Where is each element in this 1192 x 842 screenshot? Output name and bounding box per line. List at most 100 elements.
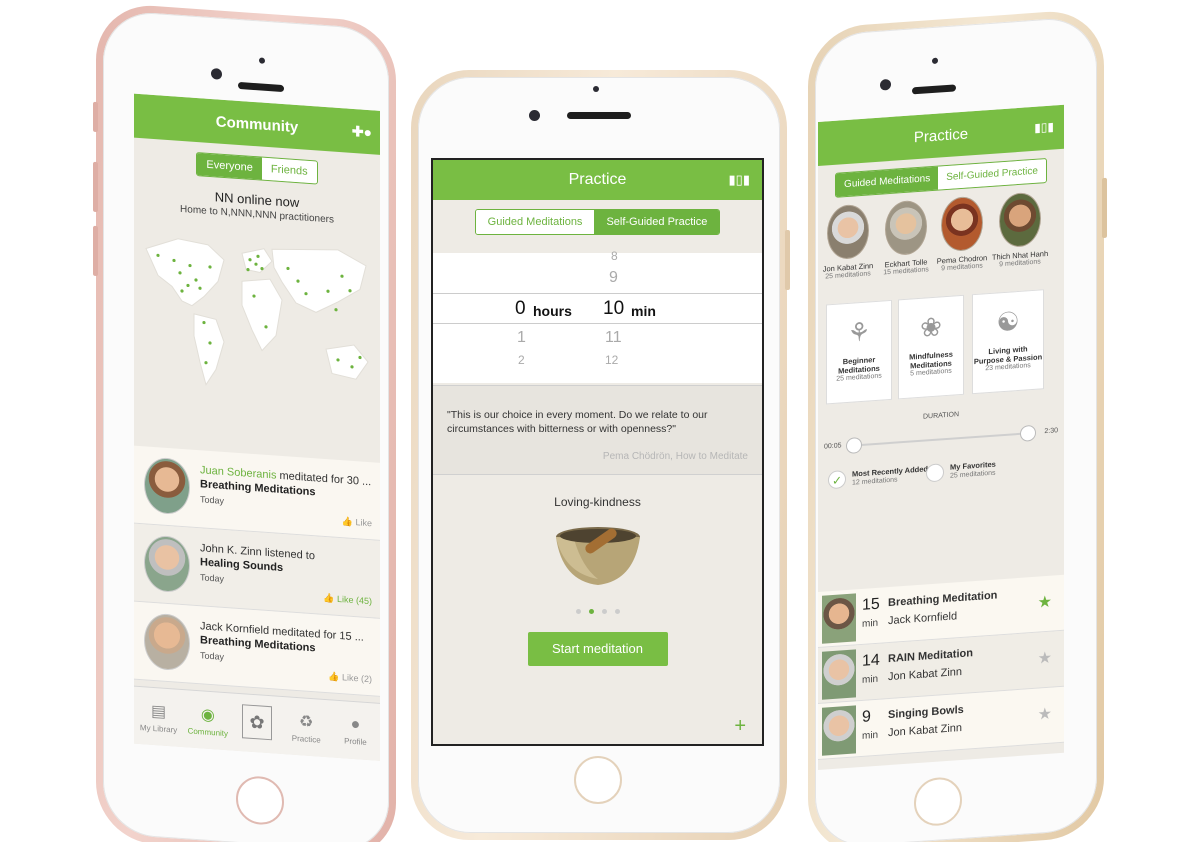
avatar[interactable] (144, 456, 190, 516)
minute-option[interactable]: 9 (609, 269, 618, 287)
singing-bowl-icon (555, 527, 640, 585)
hour-option[interactable]: 1 (517, 329, 526, 347)
tab-label: My Library (139, 722, 178, 735)
slider-min-handle[interactable] (846, 436, 862, 455)
left-phone: Community ✚● Everyone Friends NN online … (93, 2, 396, 842)
star-icon[interactable]: ★ (1038, 648, 1052, 669)
checkmark-icon[interactable]: ✓ (828, 470, 846, 490)
thumbs-up-icon: 👍 (341, 516, 353, 527)
side-button (93, 101, 98, 133)
meditation-title: Breathing Meditation (888, 589, 998, 610)
minute-value[interactable]: 10 (603, 298, 624, 320)
earpiece-speaker (567, 112, 631, 119)
front-camera (211, 68, 222, 80)
star-icon[interactable]: ★ (1038, 704, 1052, 725)
start-meditation-button[interactable]: Start meditation (527, 632, 668, 666)
quote-card: "This is our choice in every moment. Do … (433, 385, 762, 475)
category-card[interactable]: ❀ Mindfulness Meditations 5 meditations (898, 294, 964, 400)
meditation-title: RAIN Meditation (888, 647, 973, 666)
activity-feed: Juan Soberanis meditated for 30 ... Brea… (134, 445, 380, 697)
page-dot[interactable] (601, 609, 607, 614)
minute-option[interactable]: 8 (611, 249, 618, 263)
duration-number: 15 (862, 595, 880, 614)
duration-unit: min (862, 673, 879, 686)
slider-track[interactable] (852, 432, 1030, 447)
avatar[interactable] (144, 534, 190, 594)
tab-practice[interactable]: ♻ Practice (282, 697, 331, 757)
segment-everyone[interactable]: Everyone (197, 153, 262, 180)
stats-icon[interactable]: ▮▯▮ (1034, 119, 1054, 134)
teacher-card[interactable]: Thich Nhat Hanh 9 meditations (990, 191, 1050, 269)
tab-profile[interactable]: ● Profile (331, 700, 380, 760)
page-dot-active[interactable] (588, 609, 594, 614)
community-screen: Community ✚● Everyone Friends NN online … (134, 93, 380, 761)
like-button[interactable]: 👍 Like (45) (323, 593, 372, 607)
meditation-list: 15 min Breathing Meditation Jack Kornfie… (818, 574, 1064, 760)
unchecked-circle-icon[interactable] (926, 463, 944, 483)
teacher-card[interactable]: Pema Chodron 9 meditations (932, 195, 992, 273)
tab-label: Profile (344, 735, 367, 747)
tab-label: Community (187, 725, 229, 738)
home-button[interactable] (574, 756, 622, 804)
tab-my-library[interactable]: ▤ My Library (134, 687, 183, 747)
lotus-hand-icon: ⚘ (847, 316, 871, 348)
duration-picker[interactable]: 8 9 0 hours 10 min 1 11 2 12 (433, 249, 762, 383)
add-friend-icon[interactable]: ✚● (352, 123, 372, 141)
audience-segmented-control: Everyone Friends (196, 152, 318, 185)
page-dot[interactable] (614, 609, 620, 614)
teacher-carousel[interactable]: Jon Kabat Zinn 25 meditations Eckhart To… (818, 190, 1064, 305)
tab-community[interactable]: ◉ Community (183, 690, 232, 750)
teacher-photo (827, 203, 869, 261)
practice-mode-segmented-control: Guided Meditations Self-Guided Practice (474, 209, 721, 235)
thumbs-up-icon: 👍 (323, 592, 335, 604)
globe-icon: ◉ (200, 705, 215, 724)
like-button[interactable]: 👍 Like (342, 516, 372, 529)
duration-number: 9 (862, 708, 871, 726)
world-map-graphic (145, 238, 369, 386)
teacher-photo (885, 199, 927, 257)
practice-name: Loving-kindness (554, 495, 641, 509)
hour-option[interactable]: 2 (518, 353, 525, 367)
feed-item-date: Today (200, 572, 225, 584)
feed-item[interactable]: Jack Kornfield meditated for 15 ... Brea… (134, 601, 380, 697)
category-carousel[interactable]: ⚘ Beginner Meditations 25 meditations ❀ … (818, 288, 1064, 409)
category-card[interactable]: ⚘ Beginner Meditations 25 meditations (826, 299, 892, 405)
minute-option[interactable]: 11 (605, 329, 622, 347)
hour-value[interactable]: 0 (515, 298, 526, 320)
teacher-photo (999, 191, 1041, 249)
hours-label: hours (533, 303, 572, 319)
segment-guided-meditations[interactable]: Guided Meditations (836, 166, 939, 197)
teacher-card[interactable]: Eckhart Tolle 15 meditations (876, 199, 936, 277)
feed-item-date: Today (200, 494, 225, 506)
duration-min-label: 00:05 (824, 442, 842, 451)
middle-phone: Practice ▮▯▮ Guided Meditations Self-Gui… (411, 70, 790, 840)
like-label: Like (45) (336, 593, 372, 607)
avatar[interactable] (144, 612, 190, 672)
minute-option[interactable]: 12 (605, 353, 618, 367)
side-button (93, 161, 98, 213)
teacher-card[interactable]: Jon Kabat Zinn 25 meditations (818, 203, 878, 281)
lotus-icon: ❀ (920, 311, 942, 343)
segment-friends[interactable]: Friends (261, 157, 317, 184)
segment-guided-meditations[interactable]: Guided Meditations (475, 210, 595, 234)
page-title: Practice (913, 125, 969, 146)
segment-self-guided-practice[interactable]: Self-Guided Practice (594, 210, 720, 234)
page-dot[interactable] (575, 609, 581, 614)
slider-max-handle[interactable] (1020, 424, 1036, 442)
sensor-dot (593, 86, 599, 92)
duration-unit: min (862, 617, 879, 630)
teacher-thumbnail (822, 649, 856, 700)
singing-bowl-image[interactable] (552, 523, 644, 589)
category-card[interactable]: ☯ Living with Purpose & Passion 23 medit… (972, 289, 1044, 395)
page-indicator[interactable] (433, 609, 762, 614)
teacher-thumbnail (822, 705, 856, 756)
thumbs-up-icon: 👍 (328, 671, 340, 683)
practice-timer-screen: Practice ▮▯▮ Guided Meditations Self-Gui… (431, 158, 764, 746)
stats-icon[interactable]: ▮▯▮ (729, 172, 750, 188)
like-button[interactable]: 👍 Like (2) (328, 671, 372, 685)
meditator-icon: ♻ (299, 712, 314, 731)
add-icon[interactable]: + (734, 715, 746, 738)
segment-self-guided-practice[interactable]: Self-Guided Practice (938, 159, 1046, 190)
star-icon[interactable]: ★ (1038, 592, 1052, 613)
tab-home[interactable]: ✿ (232, 694, 281, 754)
